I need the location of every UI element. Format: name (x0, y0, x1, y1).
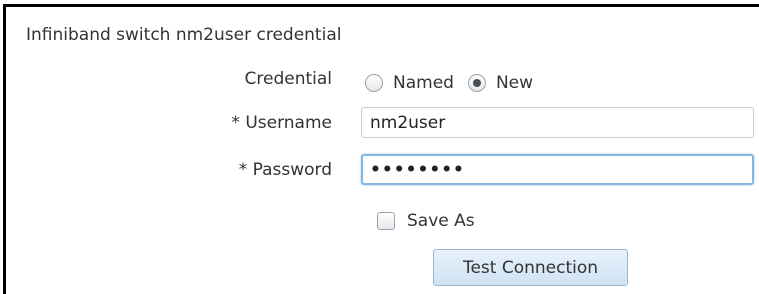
radio-named-label[interactable]: Named (393, 73, 454, 93)
radio-selected-dot (472, 79, 481, 87)
password-label: * Password (238, 160, 332, 180)
save-as-checkbox[interactable] (377, 212, 395, 230)
credential-label: Credential (244, 69, 333, 89)
radio-new-label[interactable]: New (496, 73, 533, 93)
save-as-label[interactable]: Save As (407, 211, 475, 231)
credential-radio-group: Named New (365, 69, 547, 97)
test-connection-button[interactable]: Test Connection (433, 249, 628, 286)
save-as-row: Save As (377, 209, 475, 233)
username-field[interactable] (361, 107, 754, 138)
credential-panel: Infiniband switch nm2user credential Cre… (3, 4, 759, 294)
radio-new[interactable] (467, 74, 486, 92)
password-field[interactable] (361, 154, 754, 185)
username-label: * Username (231, 113, 332, 133)
section-title: Infiniband switch nm2user credential (26, 25, 342, 45)
radio-named[interactable] (365, 74, 383, 92)
